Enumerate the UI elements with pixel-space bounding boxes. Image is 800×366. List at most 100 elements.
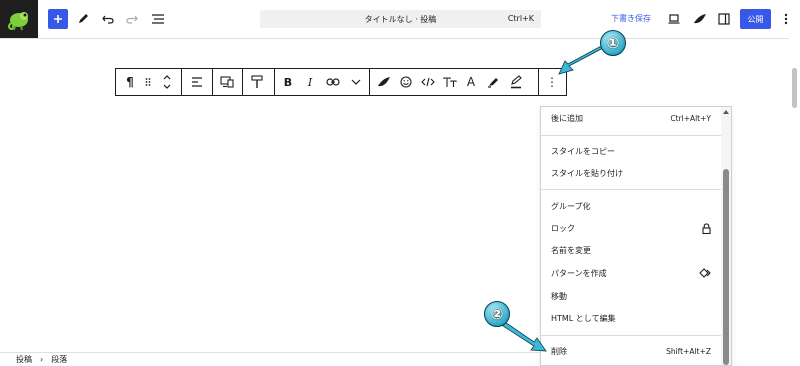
highlighter-icon (488, 78, 498, 88)
toolbar-separator (212, 69, 213, 95)
sidebar-icon (718, 13, 730, 25)
redo-icon (126, 15, 138, 24)
add-block-button[interactable] (48, 9, 68, 29)
preview-button[interactable] (664, 9, 684, 29)
marker-button[interactable] (508, 69, 524, 95)
menu-item-label: スタイルをコピー (551, 146, 615, 156)
inline-code-button[interactable] (420, 69, 436, 95)
menu-item-label: パターンを作成 (551, 268, 607, 278)
options-button[interactable] (776, 9, 796, 29)
block-toolbar: ¶ B I A ⋮ (115, 68, 567, 96)
menu-scrollbar[interactable] (721, 107, 731, 365)
menu-item-move[interactable]: 移動 (551, 288, 711, 304)
toolbar-separator (181, 69, 182, 95)
menu-item-label: 後に追加 (551, 113, 583, 123)
editor-header: タイトルなし · 投稿 Ctrl+K 下書き保存 公開 (0, 0, 800, 39)
redo-button[interactable] (122, 9, 142, 29)
menu-item-label: ロック (551, 223, 575, 233)
undo-button[interactable] (98, 9, 118, 29)
laptop-icon (668, 14, 680, 24)
menu-item-label: HTML として編集 (551, 313, 616, 323)
leaf-icon (694, 14, 706, 24)
move-up-down-buttons[interactable] (160, 69, 174, 95)
link-button[interactable] (324, 69, 342, 95)
menu-item-group[interactable]: グループ化 (551, 198, 711, 214)
highlight-button[interactable] (485, 69, 501, 95)
menu-item-rename[interactable]: 名前を変更 (551, 242, 711, 258)
leaf-icon (378, 77, 390, 87)
menu-item-create-pattern[interactable]: パターンを作成 (551, 265, 711, 281)
font-size-icon (443, 77, 457, 87)
save-draft-button[interactable]: 下書き保存 (611, 13, 651, 24)
breadcrumb-post[interactable]: 投稿 (16, 354, 32, 365)
menu-item-edit-as-html[interactable]: HTML として編集 (551, 310, 711, 326)
menu-item-label: グループ化 (551, 201, 591, 211)
document-overview-button[interactable] (148, 9, 168, 29)
chevron-down-icon (351, 79, 361, 85)
chameleon-logo-icon (8, 12, 28, 31)
drag-handle[interactable] (142, 69, 154, 95)
menu-scrollbar-thumb[interactable] (723, 169, 729, 365)
align-button[interactable] (188, 69, 206, 95)
code-icon (421, 77, 435, 87)
marker-pen-icon (511, 75, 522, 89)
annotation-badge-2: ② (484, 301, 510, 327)
menu-item-delete[interactable]: 削除 Shift+Alt+Z (551, 343, 711, 359)
bold-button[interactable]: B (280, 69, 296, 95)
scroll-up-arrow-icon[interactable] (721, 108, 731, 116)
italic-button[interactable]: I (303, 69, 317, 95)
drag-handle-icon (145, 78, 151, 86)
editor-scrollbar-thumb[interactable] (792, 68, 797, 108)
toolbar-separator (538, 69, 539, 95)
menu-separator (541, 335, 721, 336)
devices-icon (220, 76, 234, 88)
lock-icon (702, 222, 711, 234)
tools-button[interactable] (73, 9, 93, 29)
undo-icon (102, 15, 114, 24)
settings-sidebar-button[interactable] (714, 9, 734, 29)
toolbar-separator (242, 69, 243, 95)
command-shortcut: Ctrl+K (507, 14, 534, 23)
menu-item-paste-styles[interactable]: スタイルを貼り付け (551, 165, 711, 181)
publish-button[interactable]: 公開 (740, 9, 771, 29)
editor-scrollbar[interactable] (789, 38, 800, 354)
emoji-button[interactable] (398, 69, 414, 95)
visibility-button[interactable] (217, 69, 237, 95)
document-title: タイトルなし · 投稿 (364, 15, 437, 24)
plugin-format-button[interactable] (375, 69, 393, 95)
toolbar-separator (369, 69, 370, 95)
paragraph-block-button[interactable]: ¶ (122, 69, 138, 95)
plugin-button[interactable] (690, 9, 710, 29)
menu-separator (541, 189, 721, 190)
breadcrumb-paragraph[interactable]: 段落 (51, 354, 67, 365)
format-paint-button[interactable] (247, 69, 267, 95)
annotation-badge-1: ① (600, 30, 626, 56)
menu-item-label: 削除 (551, 346, 567, 356)
menu-separator (541, 135, 721, 136)
pencil-icon (79, 14, 88, 23)
breadcrumb: 投稿 › 段落 (0, 352, 540, 366)
align-left-icon (192, 77, 202, 87)
menu-item-label: 移動 (551, 291, 567, 301)
annotation-arrow-2 (500, 319, 547, 352)
chevron-up-down-icon (163, 75, 171, 89)
vertical-ellipsis-icon (784, 13, 788, 25)
toolbar-separator (274, 69, 275, 95)
text-color-button[interactable]: A (464, 69, 478, 95)
menu-item-lock[interactable]: ロック (551, 220, 711, 236)
command-palette-bar[interactable]: タイトルなし · 投稿 Ctrl+K (260, 10, 541, 28)
plus-icon (54, 15, 62, 23)
menu-item-insert-after[interactable]: 後に追加 Ctrl+Alt+Y (551, 110, 711, 126)
menu-item-shortcut: Ctrl+Alt+Y (670, 113, 711, 123)
menu-item-label: スタイルを貼り付け (551, 168, 623, 178)
more-formats-button[interactable] (348, 69, 364, 95)
menu-item-copy-styles[interactable]: スタイルをコピー (551, 143, 711, 159)
site-logo-button[interactable] (0, 0, 38, 38)
list-view-icon (152, 14, 164, 24)
chevron-right-icon: › (40, 355, 44, 364)
menu-item-shortcut: Shift+Alt+Z (666, 346, 711, 356)
link-icon (326, 78, 340, 86)
menu-item-label: 名前を変更 (551, 245, 591, 255)
font-size-button[interactable] (442, 69, 458, 95)
block-options-menu: 後に追加 Ctrl+Alt+Y スタイルをコピー スタイルを貼り付け グループ化… (540, 106, 732, 366)
